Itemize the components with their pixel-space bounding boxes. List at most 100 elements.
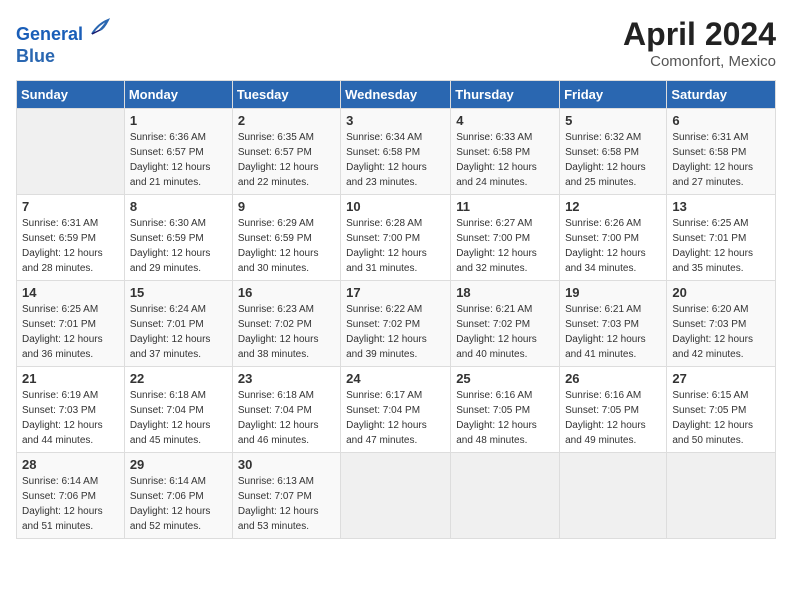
calendar-cell: 7 Sunrise: 6:31 AMSunset: 6:59 PMDaylight… bbox=[17, 195, 125, 281]
day-info: Sunrise: 6:25 AMSunset: 7:01 PMDaylight:… bbox=[672, 216, 770, 276]
day-number: 7 bbox=[22, 199, 119, 214]
calendar-cell: 26Sunrise: 6:16 AMSunset: 7:05 PMDayligh… bbox=[560, 367, 667, 453]
calendar-cell: 2Sunrise: 6:35 AMSunset: 6:57 PMDaylight… bbox=[232, 109, 340, 195]
day-number: 30 bbox=[238, 457, 335, 472]
day-info: Sunrise: 6:18 AMSunset: 7:04 PMDaylight:… bbox=[130, 388, 227, 448]
calendar-cell: 22 Sunrise: 6:18 AMSunset: 7:04 PMDayligh… bbox=[124, 367, 232, 453]
day-number: 12 bbox=[565, 199, 661, 214]
day-number: 3 bbox=[346, 113, 445, 128]
day-info: Sunrise: 6:14 AMSunset: 7:06 PMDaylight:… bbox=[130, 474, 227, 534]
day-info: Sunrise: 6:26 AMSunset: 7:00 PMDaylight:… bbox=[565, 216, 661, 276]
calendar-cell: 3 Sunrise: 6:34 AMSunset: 6:58 PMDaylight… bbox=[341, 109, 451, 195]
header: General Blue April 2024 Comonfort, Mexic… bbox=[16, 16, 776, 70]
location: Comonfort, Mexico bbox=[623, 53, 776, 70]
calendar-cell: 28 Sunrise: 6:14 AMSunset: 7:06 PMDayligh… bbox=[17, 453, 125, 539]
calendar-cell: 20 Sunrise: 6:20 AMSunset: 7:03 PMDayligh… bbox=[667, 281, 776, 367]
calendar-cell: 14 Sunrise: 6:25 AMSunset: 7:01 PMDayligh… bbox=[17, 281, 125, 367]
calendar-cell: 10 Sunrise: 6:28 AMSunset: 7:00 PMDayligh… bbox=[341, 195, 451, 281]
day-info: Sunrise: 6:31 AMSunset: 6:58 PMDaylight:… bbox=[672, 130, 770, 190]
calendar-cell: 25Sunrise: 6:16 AMSunset: 7:05 PMDayligh… bbox=[451, 367, 560, 453]
day-info: Sunrise: 6:30 AMSunset: 6:59 PMDaylight:… bbox=[130, 216, 227, 276]
calendar-cell bbox=[560, 453, 667, 539]
calendar-cell bbox=[451, 453, 560, 539]
day-info: Sunrise: 6:18 AMSunset: 7:04 PMDaylight:… bbox=[238, 388, 335, 448]
day-number: 14 bbox=[22, 285, 119, 300]
calendar-cell bbox=[667, 453, 776, 539]
day-number: 21 bbox=[22, 371, 119, 386]
day-info: Sunrise: 6:24 AMSunset: 7:01 PMDaylight:… bbox=[130, 302, 227, 362]
day-info: Sunrise: 6:19 AMSunset: 7:03 PMDaylight:… bbox=[22, 388, 119, 448]
calendar-cell: 16 Sunrise: 6:23 AMSunset: 7:02 PMDayligh… bbox=[232, 281, 340, 367]
month-title: April 2024 bbox=[623, 16, 776, 53]
calendar-cell: 30 Sunrise: 6:13 AMSunset: 7:07 PMDayligh… bbox=[232, 453, 340, 539]
day-number: 16 bbox=[238, 285, 335, 300]
day-number: 19 bbox=[565, 285, 661, 300]
calendar-cell: 27 Sunrise: 6:15 AMSunset: 7:05 PMDayligh… bbox=[667, 367, 776, 453]
day-number: 20 bbox=[672, 285, 770, 300]
day-info: Sunrise: 6:14 AMSunset: 7:06 PMDaylight:… bbox=[22, 474, 119, 534]
day-info: Sunrise: 6:32 AMSunset: 6:58 PMDaylight:… bbox=[565, 130, 661, 190]
day-info: Sunrise: 6:16 AMSunset: 7:05 PMDaylight:… bbox=[456, 388, 554, 448]
day-number: 27 bbox=[672, 371, 770, 386]
calendar-cell: 6 Sunrise: 6:31 AMSunset: 6:58 PMDaylight… bbox=[667, 109, 776, 195]
title-area: April 2024 Comonfort, Mexico bbox=[623, 16, 776, 70]
day-info: Sunrise: 6:31 AMSunset: 6:59 PMDaylight:… bbox=[22, 216, 119, 276]
calendar-cell: 5 Sunrise: 6:32 AMSunset: 6:58 PMDaylight… bbox=[560, 109, 667, 195]
calendar-cell: 9 Sunrise: 6:29 AMSunset: 6:59 PMDaylight… bbox=[232, 195, 340, 281]
day-info: Sunrise: 6:23 AMSunset: 7:02 PMDaylight:… bbox=[238, 302, 335, 362]
calendar-cell: 11Sunrise: 6:27 AMSunset: 7:00 PMDayligh… bbox=[451, 195, 560, 281]
header-sunday: Sunday bbox=[17, 81, 125, 109]
header-tuesday: Tuesday bbox=[232, 81, 340, 109]
day-number: 6 bbox=[672, 113, 770, 128]
day-number: 13 bbox=[672, 199, 770, 214]
day-info: Sunrise: 6:25 AMSunset: 7:01 PMDaylight:… bbox=[22, 302, 119, 362]
header-saturday: Saturday bbox=[667, 81, 776, 109]
day-number: 4 bbox=[456, 113, 554, 128]
calendar-cell: 19 Sunrise: 6:21 AMSunset: 7:03 PMDayligh… bbox=[560, 281, 667, 367]
day-number: 1 bbox=[130, 113, 227, 128]
day-info: Sunrise: 6:29 AMSunset: 6:59 PMDaylight:… bbox=[238, 216, 335, 276]
day-info: Sunrise: 6:21 AMSunset: 7:02 PMDaylight:… bbox=[456, 302, 554, 362]
week-row-3: 14 Sunrise: 6:25 AMSunset: 7:01 PMDayligh… bbox=[17, 281, 776, 367]
day-info: Sunrise: 6:28 AMSunset: 7:00 PMDaylight:… bbox=[346, 216, 445, 276]
week-row-2: 7 Sunrise: 6:31 AMSunset: 6:59 PMDaylight… bbox=[17, 195, 776, 281]
day-info: Sunrise: 6:20 AMSunset: 7:03 PMDaylight:… bbox=[672, 302, 770, 362]
logo-bird-icon bbox=[90, 16, 110, 40]
calendar-cell: 1 Sunrise: 6:36 AMSunset: 6:57 PMDaylight… bbox=[124, 109, 232, 195]
calendar-cell: 17Sunrise: 6:22 AMSunset: 7:02 PMDayligh… bbox=[341, 281, 451, 367]
day-info: Sunrise: 6:33 AMSunset: 6:58 PMDaylight:… bbox=[456, 130, 554, 190]
calendar-header-row: SundayMondayTuesdayWednesdayThursdayFrid… bbox=[17, 81, 776, 109]
header-wednesday: Wednesday bbox=[341, 81, 451, 109]
day-number: 29 bbox=[130, 457, 227, 472]
calendar-cell: 15 Sunrise: 6:24 AMSunset: 7:01 PMDayligh… bbox=[124, 281, 232, 367]
day-number: 23 bbox=[238, 371, 335, 386]
day-number: 22 bbox=[130, 371, 227, 386]
day-number: 2 bbox=[238, 113, 335, 128]
week-row-4: 21 Sunrise: 6:19 AMSunset: 7:03 PMDayligh… bbox=[17, 367, 776, 453]
calendar-cell: 24 Sunrise: 6:17 AMSunset: 7:04 PMDayligh… bbox=[341, 367, 451, 453]
day-info: Sunrise: 6:22 AMSunset: 7:02 PMDaylight:… bbox=[346, 302, 445, 362]
day-number: 8 bbox=[130, 199, 227, 214]
day-number: 28 bbox=[22, 457, 119, 472]
day-number: 15 bbox=[130, 285, 227, 300]
logo: General Blue bbox=[16, 16, 110, 67]
day-info: Sunrise: 6:21 AMSunset: 7:03 PMDaylight:… bbox=[565, 302, 661, 362]
calendar-cell: 21 Sunrise: 6:19 AMSunset: 7:03 PMDayligh… bbox=[17, 367, 125, 453]
calendar-cell: 18 Sunrise: 6:21 AMSunset: 7:02 PMDayligh… bbox=[451, 281, 560, 367]
day-number: 18 bbox=[456, 285, 554, 300]
day-info: Sunrise: 6:17 AMSunset: 7:04 PMDaylight:… bbox=[346, 388, 445, 448]
day-number: 9 bbox=[238, 199, 335, 214]
day-info: Sunrise: 6:15 AMSunset: 7:05 PMDaylight:… bbox=[672, 388, 770, 448]
day-info: Sunrise: 6:16 AMSunset: 7:05 PMDaylight:… bbox=[565, 388, 661, 448]
day-number: 10 bbox=[346, 199, 445, 214]
day-info: Sunrise: 6:36 AMSunset: 6:57 PMDaylight:… bbox=[130, 130, 227, 190]
calendar-cell: 29 Sunrise: 6:14 AMSunset: 7:06 PMDayligh… bbox=[124, 453, 232, 539]
day-info: Sunrise: 6:13 AMSunset: 7:07 PMDaylight:… bbox=[238, 474, 335, 534]
day-info: Sunrise: 6:34 AMSunset: 6:58 PMDaylight:… bbox=[346, 130, 445, 190]
day-number: 11 bbox=[456, 199, 554, 214]
calendar-cell bbox=[341, 453, 451, 539]
day-number: 24 bbox=[346, 371, 445, 386]
calendar-cell: 4 Sunrise: 6:33 AMSunset: 6:58 PMDaylight… bbox=[451, 109, 560, 195]
day-number: 5 bbox=[565, 113, 661, 128]
calendar-cell bbox=[17, 109, 125, 195]
